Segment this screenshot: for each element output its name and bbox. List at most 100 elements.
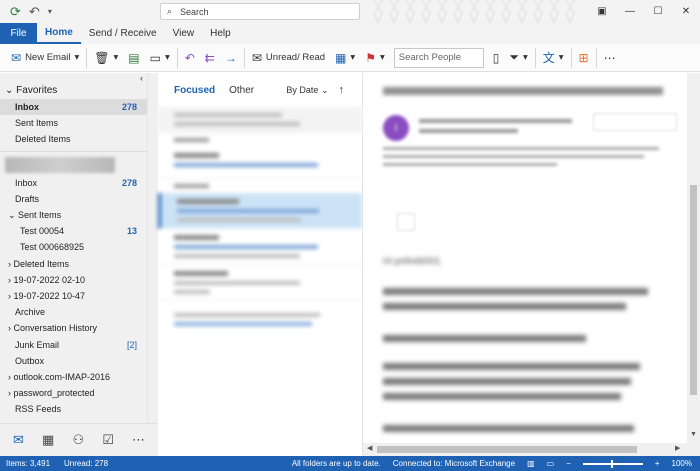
chevron-down-icon: ⌄: [320, 84, 329, 95]
address-book-button[interactable]: ▯: [488, 47, 505, 69]
move-button[interactable]: ▭ ▾: [145, 47, 175, 69]
zoom-out-icon[interactable]: −: [566, 459, 571, 468]
title-bar: ⟳ ↶ ▾ ⌕ Search ▣ — ☐ ✕: [0, 0, 700, 23]
zoom-level[interactable]: 100%: [672, 459, 692, 468]
forward-button[interactable]: →: [220, 47, 242, 69]
quick-access-toolbar: ⟳ ↶ ▾: [0, 4, 160, 20]
favorite-sent-items[interactable]: Sent Items: [0, 115, 147, 131]
normal-view-icon[interactable]: ▥: [527, 459, 535, 468]
folder-drafts[interactable]: Drafts: [0, 191, 147, 207]
folder-deleted-items[interactable]: › Deleted Items: [0, 256, 147, 272]
sort-direction-icon[interactable]: ↑: [339, 84, 345, 96]
tab-focused[interactable]: Focused: [174, 85, 215, 96]
folder-outbox[interactable]: Outbox: [0, 353, 147, 369]
more-options-button[interactable]: ⋯: [599, 47, 621, 69]
unread-read-button[interactable]: ✉ Unread/ Read: [247, 47, 330, 69]
customize-qat-icon[interactable]: ▾: [48, 7, 52, 16]
folder-outlook-imap[interactable]: › outlook.com-IMAP-2016: [0, 369, 147, 385]
reply-actions[interactable]: [593, 113, 677, 131]
file-tab[interactable]: File: [0, 23, 37, 44]
folder-rss-feeds[interactable]: RSS Feeds: [0, 401, 147, 417]
tab-view[interactable]: View: [165, 23, 203, 44]
scroll-right-icon[interactable]: ▶: [675, 444, 680, 452]
maximize-icon[interactable]: ☐: [644, 0, 672, 23]
tab-home[interactable]: Home: [37, 23, 81, 44]
folder-sent-items[interactable]: ⌄ Sent Items: [0, 207, 147, 223]
folder-inbox[interactable]: Inbox 278: [0, 175, 147, 191]
more-apps-icon[interactable]: ⋯: [132, 432, 145, 448]
scroll-down-icon[interactable]: ▼: [687, 431, 700, 438]
mail-icon[interactable]: ✉: [13, 432, 24, 448]
search-bar[interactable]: ⌕ Search: [160, 3, 360, 20]
divider: [243, 47, 245, 68]
folder-19-07-2022-02-10[interactable]: › 19-07-2022 02-10: [0, 272, 147, 288]
folder-password-protected[interactable]: › password_protected: [0, 385, 147, 401]
search-icon: ⌕: [167, 6, 173, 16]
chevron-down-icon: ▾: [379, 52, 385, 63]
unread-count: 13: [126, 226, 137, 237]
archive-button[interactable]: ▤: [123, 47, 144, 69]
undo-icon[interactable]: ↶: [29, 4, 40, 20]
favorite-inbox[interactable]: Inbox 278: [0, 99, 147, 116]
follow-up-button[interactable]: ⚑ ▾: [360, 47, 390, 69]
tab-send-receive[interactable]: Send / Receive: [81, 23, 165, 44]
folder-label: 19-07-2022 02-10: [13, 274, 86, 285]
group-header[interactable]: [158, 133, 362, 147]
account-header[interactable]: [5, 156, 115, 173]
translate-button[interactable]: 文 ▾: [538, 47, 569, 69]
ribbon-display-icon[interactable]: ▣: [588, 0, 616, 23]
scrollbar-thumb[interactable]: [690, 185, 697, 395]
folder-label: Junk Email: [15, 339, 60, 350]
list-item[interactable]: [158, 193, 362, 229]
archive-icon: ▤: [128, 50, 140, 65]
list-item[interactable]: [158, 147, 362, 179]
reply-all-button[interactable]: ⇇: [200, 47, 220, 69]
search-label: Search: [180, 6, 209, 17]
folder-test-000668925[interactable]: Test 000668925: [0, 239, 147, 255]
folder-test-00054[interactable]: Test 00054 13: [0, 223, 147, 239]
people-icon[interactable]: ⚇: [72, 432, 84, 448]
tasks-icon[interactable]: ☑: [102, 432, 114, 448]
folder-junk-email[interactable]: Junk Email [2]: [0, 336, 147, 352]
chevron-down-icon[interactable]: ⌄: [8, 210, 18, 220]
reading-view-icon[interactable]: ▭: [547, 459, 555, 468]
reply-button[interactable]: ↶: [180, 47, 200, 69]
delete-button[interactable]: 🗑 ▾: [89, 47, 123, 69]
reply-all-icon: ⇇: [204, 50, 215, 65]
reading-pane-vertical-scrollbar[interactable]: ▲ ▼: [687, 73, 700, 456]
new-email-button[interactable]: ✉ New Email ▾: [6, 47, 84, 69]
more-items-link[interactable]: [158, 301, 362, 343]
search-people-input[interactable]: Search People: [393, 47, 484, 68]
folder-label: Deleted Items: [13, 258, 70, 269]
collapse-pane-icon[interactable]: ‹: [140, 73, 143, 83]
list-item[interactable]: [158, 107, 362, 133]
folder-label: Drafts: [15, 193, 40, 204]
group-header[interactable]: [158, 179, 362, 193]
zoom-in-icon[interactable]: +: [655, 459, 660, 468]
minimize-icon[interactable]: —: [616, 0, 644, 23]
zoom-slider[interactable]: [582, 459, 643, 468]
envelope-open-icon: ✉: [251, 50, 262, 65]
list-item[interactable]: [158, 229, 362, 265]
sort-control[interactable]: By Date ⌄ ↑: [286, 84, 362, 96]
categorize-button[interactable]: ▦ ▾: [330, 47, 360, 69]
calendar-icon[interactable]: ▦: [42, 432, 54, 448]
favorites-header[interactable]: ⌄ Favorites: [0, 73, 147, 99]
filter-email-button[interactable]: ⏷ ▾: [504, 47, 532, 69]
folder-conversation-history[interactable]: › Conversation History: [0, 320, 147, 336]
folder-19-07-2022-10-47[interactable]: › 19-07-2022 10-47: [0, 288, 147, 304]
reading-pane-horizontal-scrollbar[interactable]: ◀ ▶: [363, 443, 687, 456]
favorite-deleted-items[interactable]: Deleted Items: [0, 131, 147, 147]
scroll-left-icon[interactable]: ◀: [367, 444, 372, 452]
folder-pane-scrollbar[interactable]: [147, 73, 158, 423]
status-items-count: Items: 3,491: [6, 459, 51, 468]
sync-icon[interactable]: ⟳: [10, 4, 21, 20]
tab-help[interactable]: Help: [202, 23, 239, 44]
favorites-label: Favorites: [16, 85, 58, 96]
list-item[interactable]: [158, 265, 362, 301]
tab-other[interactable]: Other: [229, 85, 254, 96]
folder-archive[interactable]: Archive: [0, 304, 147, 320]
scrollbar-thumb[interactable]: [377, 446, 637, 453]
apps-button[interactable]: ⊞: [574, 47, 594, 69]
close-icon[interactable]: ✕: [672, 0, 700, 23]
